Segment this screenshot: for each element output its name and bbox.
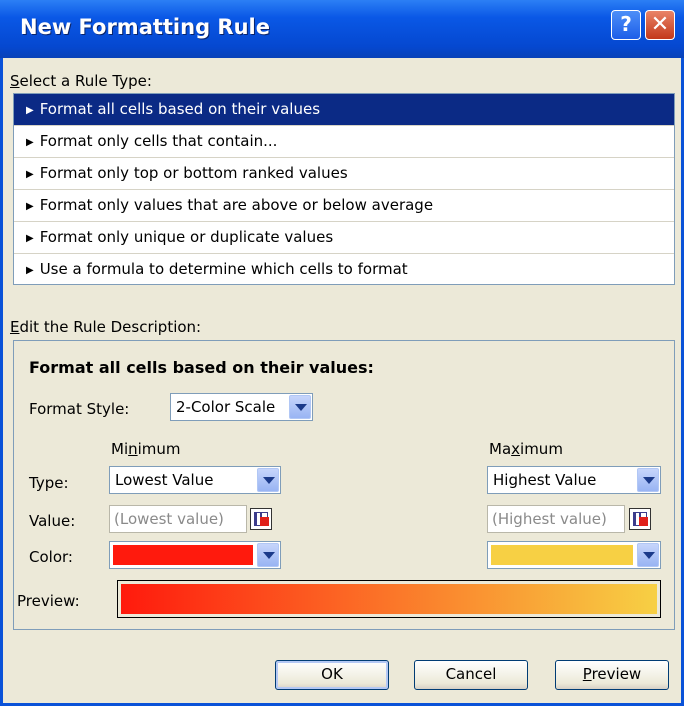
rule-type-label: Select a Rule Type: — [10, 72, 152, 90]
color-label: Color: — [29, 548, 73, 566]
rule-type-list[interactable]: ▶ Format all cells based on their values ▶… — [13, 93, 675, 285]
description-heading: Format all cells based on their values: — [29, 358, 374, 377]
rule-type-item[interactable]: ▶ Format only top or bottom ranked values — [14, 158, 674, 190]
rule-type-item-label: Format only cells that contain... — [39, 132, 278, 150]
new-formatting-rule-dialog: New Formatting Rule ? ✕ Select a Rule Ty… — [0, 0, 684, 706]
rule-description-label: Edit the Rule Description: — [10, 318, 202, 336]
cell-reference-icon[interactable] — [629, 508, 651, 530]
minimum-color-dropdown[interactable] — [109, 541, 281, 569]
value-label: Value: — [29, 512, 76, 530]
triangle-right-icon: ▶ — [26, 233, 34, 244]
maximum-value-text: (Highest value) — [492, 510, 607, 528]
maximum-type-value: Highest Value — [493, 471, 597, 489]
rule-type-item-label: Format all cells based on their values — [39, 100, 321, 118]
minimum-value-input[interactable]: (Lowest value) — [109, 505, 247, 533]
minimum-color-swatch — [113, 545, 253, 565]
rule-type-item-label: Format only values that are above or bel… — [39, 196, 434, 214]
chevron-down-icon[interactable] — [637, 468, 659, 492]
rule-type-item-label: Use a formula to determine which cells t… — [39, 260, 408, 278]
minimum-type-dropdown[interactable]: Lowest Value — [109, 466, 281, 494]
triangle-right-icon: ▶ — [26, 105, 34, 116]
triangle-right-icon: ▶ — [26, 201, 34, 212]
triangle-right-icon: ▶ — [26, 265, 34, 276]
maximum-color-dropdown[interactable] — [487, 541, 661, 569]
dialog-title: New Formatting Rule — [20, 15, 270, 39]
ok-button[interactable]: OK — [275, 660, 389, 690]
chevron-down-icon[interactable] — [637, 543, 659, 567]
rule-type-item[interactable]: ▶ Format all cells based on their values — [14, 94, 674, 126]
rule-type-item[interactable]: ▶ Format only cells that contain... — [14, 126, 674, 158]
rule-type-item-label: Format only unique or duplicate values — [39, 228, 334, 246]
rule-type-item[interactable]: ▶ Format only values that are above or be… — [14, 190, 674, 222]
help-button[interactable]: ? — [611, 10, 641, 40]
title-bar[interactable]: New Formatting Rule ? ✕ — [0, 0, 684, 58]
type-label: Type: — [29, 474, 69, 492]
color-scale-preview — [117, 580, 661, 618]
maximum-type-dropdown[interactable]: Highest Value — [487, 466, 661, 494]
preview-gradient — [121, 584, 657, 614]
format-style-value: 2-Color Scale — [176, 398, 276, 416]
cell-reference-icon[interactable] — [250, 508, 272, 530]
rule-type-item-label: Format only top or bottom ranked values — [39, 164, 348, 182]
format-style-label: Format Style: — [29, 400, 130, 418]
minimum-type-value: Lowest Value — [115, 471, 214, 489]
maximum-value-input[interactable]: (Highest value) — [487, 505, 625, 533]
maximum-header: Maximum — [489, 440, 563, 458]
chevron-down-icon[interactable] — [289, 395, 311, 419]
preview-button[interactable]: Preview — [555, 660, 669, 690]
minimum-value-text: (Lowest value) — [114, 510, 224, 528]
chevron-down-icon[interactable] — [257, 468, 279, 492]
triangle-right-icon: ▶ — [26, 169, 34, 180]
maximum-color-swatch — [491, 545, 633, 565]
triangle-right-icon: ▶ — [26, 137, 34, 148]
minimum-header: Minimum — [111, 440, 181, 458]
format-style-dropdown[interactable]: 2-Color Scale — [170, 393, 313, 421]
chevron-down-icon[interactable] — [257, 543, 279, 567]
close-button[interactable]: ✕ — [645, 10, 675, 40]
rule-type-item[interactable]: ▶ Use a formula to determine which cells … — [14, 254, 674, 285]
preview-label: Preview: — [17, 592, 80, 610]
rule-type-item[interactable]: ▶ Format only unique or duplicate values — [14, 222, 674, 254]
cancel-button[interactable]: Cancel — [414, 660, 528, 690]
